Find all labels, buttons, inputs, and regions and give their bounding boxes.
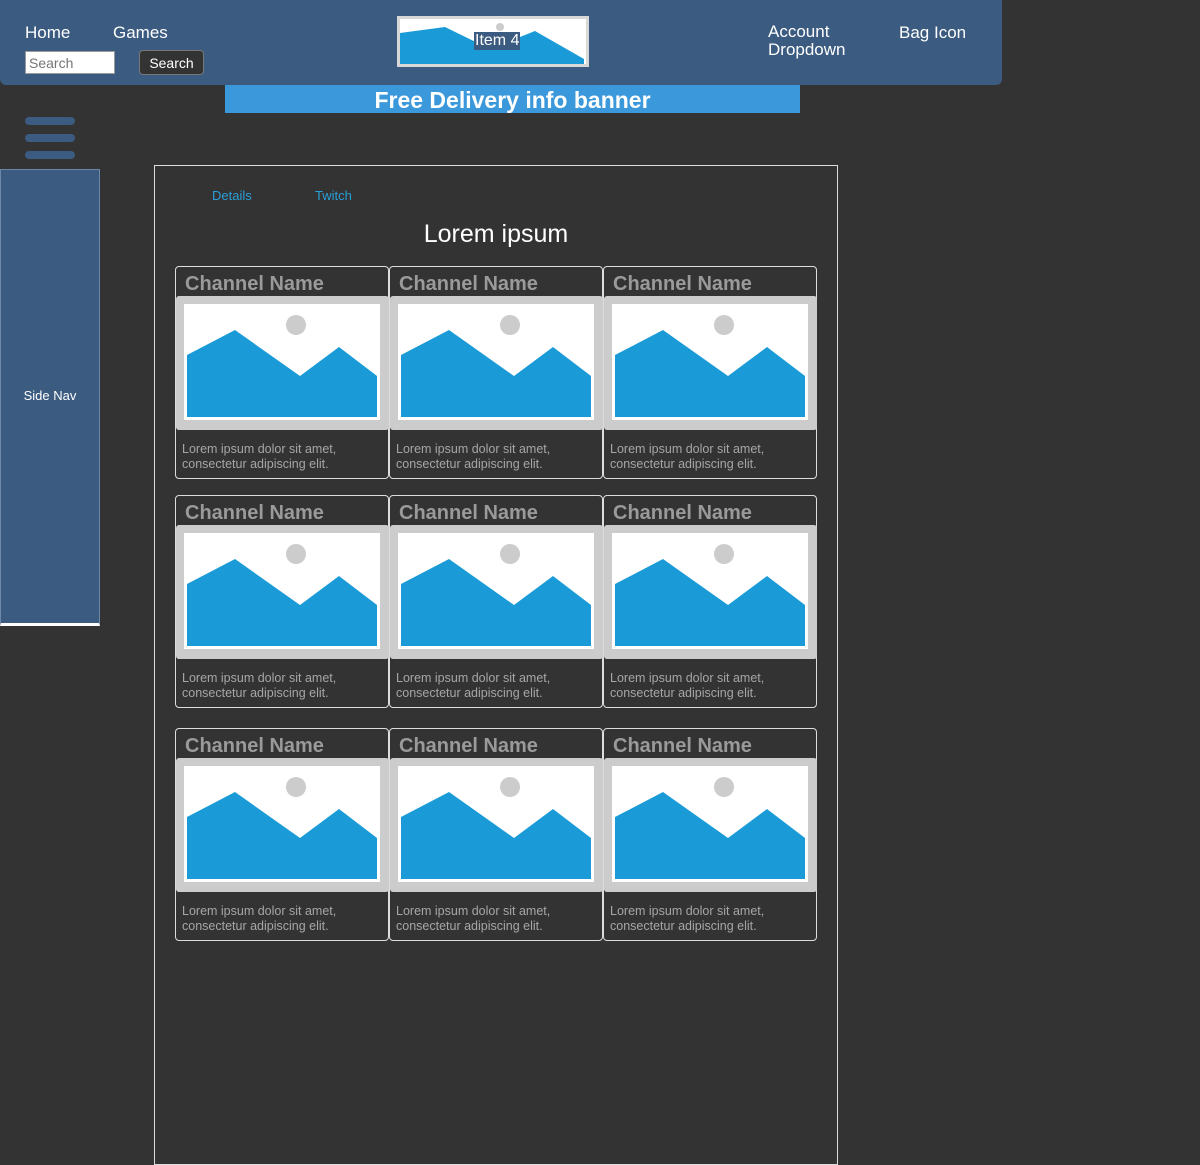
channel-thumbnail <box>390 296 603 430</box>
image-placeholder <box>398 766 594 882</box>
image-placeholder-icon <box>187 315 377 417</box>
bag-icon[interactable]: Bag Icon <box>899 23 966 43</box>
channel-card[interactable]: Channel Name Lorem ipsum dolor sit amet, … <box>603 266 817 479</box>
channel-card[interactable]: Channel Name Lorem ipsum dolor sit amet, … <box>603 728 817 941</box>
main-content-panel: Details Twitch Lorem ipsum Channel Name L… <box>154 165 838 1165</box>
channel-card[interactable]: Channel Name Lorem ipsum dolor sit amet, … <box>389 495 603 708</box>
channel-thumbnail <box>176 758 389 892</box>
channel-thumbnail <box>390 758 603 892</box>
top-nav-bar: Home Games Search Item 4 Account Dropdow… <box>0 0 1002 85</box>
channel-name: Channel Name <box>185 502 324 524</box>
hamburger-bar <box>25 134 75 142</box>
channel-thumbnail <box>604 758 817 892</box>
image-placeholder <box>184 304 380 420</box>
channel-name: Channel Name <box>185 273 324 295</box>
channel-name: Channel Name <box>399 502 538 524</box>
image-placeholder <box>184 533 380 649</box>
free-delivery-banner[interactable]: Free Delivery info banner <box>225 85 800 113</box>
image-placeholder <box>398 304 594 420</box>
channel-thumbnail <box>604 296 817 430</box>
tab-twitch[interactable]: Twitch <box>315 188 352 203</box>
channel-card[interactable]: Channel Name Lorem ipsum dolor sit amet, … <box>175 266 389 479</box>
nav-games-link[interactable]: Games <box>113 23 168 43</box>
image-placeholder <box>184 766 380 882</box>
channel-description: Lorem ipsum dolor sit amet, consectetur … <box>396 671 551 700</box>
hamburger-bar <box>25 151 75 159</box>
logo-label: Item 4 <box>474 32 521 50</box>
channel-card[interactable]: Channel Name Lorem ipsum dolor sit amet, … <box>389 266 603 479</box>
channel-name: Channel Name <box>185 735 324 757</box>
channel-description: Lorem ipsum dolor sit amet, consectetur … <box>182 904 337 933</box>
image-placeholder-icon <box>401 777 591 879</box>
channel-description: Lorem ipsum dolor sit amet, consectetur … <box>610 904 765 933</box>
image-placeholder-icon <box>615 315 805 417</box>
channel-description: Lorem ipsum dolor sit amet, consectetur … <box>396 442 551 471</box>
account-dropdown[interactable]: Account Dropdown <box>768 23 858 59</box>
channel-thumbnail <box>390 525 603 659</box>
image-placeholder <box>612 304 808 420</box>
channel-name: Channel Name <box>613 273 752 295</box>
hamburger-icon[interactable] <box>25 117 75 159</box>
search-input[interactable] <box>25 51 115 74</box>
image-placeholder <box>612 766 808 882</box>
tab-details[interactable]: Details <box>212 188 252 203</box>
channel-description: Lorem ipsum dolor sit amet, consectetur … <box>396 904 551 933</box>
channel-description: Lorem ipsum dolor sit amet, consectetur … <box>610 442 765 471</box>
image-placeholder-icon <box>187 544 377 646</box>
channel-card[interactable]: Channel Name Lorem ipsum dolor sit amet, … <box>175 728 389 941</box>
channel-card[interactable]: Channel Name Lorem ipsum dolor sit amet, … <box>175 495 389 708</box>
image-placeholder-icon <box>401 544 591 646</box>
channel-description: Lorem ipsum dolor sit amet, consectetur … <box>182 442 337 471</box>
channel-card[interactable]: Channel Name Lorem ipsum dolor sit amet, … <box>603 495 817 708</box>
channel-description: Lorem ipsum dolor sit amet, consectetur … <box>182 671 337 700</box>
channel-name: Channel Name <box>613 502 752 524</box>
channel-thumbnail <box>176 296 389 430</box>
side-nav-label: Side Nav <box>23 388 77 403</box>
nav-home-link[interactable]: Home <box>25 23 70 43</box>
image-placeholder-icon <box>187 777 377 879</box>
channel-thumbnail <box>604 525 817 659</box>
image-placeholder-icon <box>615 544 805 646</box>
hamburger-bar <box>25 117 75 125</box>
side-nav[interactable]: Side Nav <box>0 169 100 626</box>
channel-name: Channel Name <box>613 735 752 757</box>
channel-name: Channel Name <box>399 735 538 757</box>
channel-name: Channel Name <box>399 273 538 295</box>
search-button[interactable]: Search <box>139 50 204 75</box>
image-placeholder <box>398 533 594 649</box>
channel-card[interactable]: Channel Name Lorem ipsum dolor sit amet, … <box>389 728 603 941</box>
channel-description: Lorem ipsum dolor sit amet, consectetur … <box>610 671 765 700</box>
channel-thumbnail <box>176 525 389 659</box>
image-placeholder-icon <box>401 315 591 417</box>
image-placeholder-icon <box>615 777 805 879</box>
page-title: Lorem ipsum <box>423 220 569 248</box>
image-placeholder <box>612 533 808 649</box>
